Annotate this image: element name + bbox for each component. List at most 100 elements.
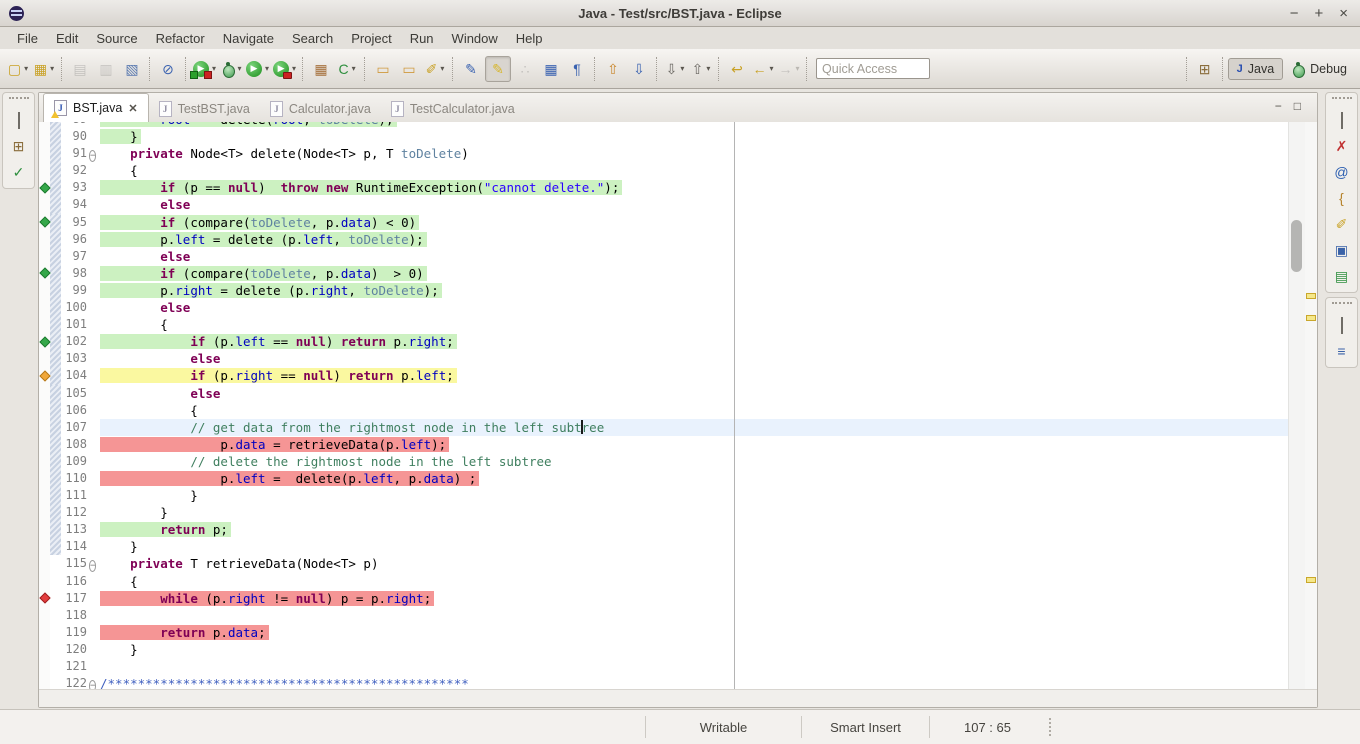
code-line-text[interactable]: if (p.right == null) return p.left;: [100, 367, 1289, 384]
outline-button[interactable]: ≡: [1337, 344, 1345, 359]
external-tools-button[interactable]: ▶▾: [272, 57, 297, 81]
restore-outline-button[interactable]: [1341, 319, 1343, 333]
new-java-project-wizard-button-menu-arrow[interactable]: ▾: [50, 64, 54, 73]
menu-navigate[interactable]: Navigate: [214, 29, 283, 48]
debug-button-menu-arrow[interactable]: ▾: [238, 64, 242, 73]
minimize-view-button[interactable]: −: [1275, 99, 1282, 113]
annotation-ruler-cell[interactable]: [39, 145, 50, 162]
debug-perspective-button[interactable]: Debug: [1283, 58, 1355, 80]
console-button[interactable]: ▣: [1335, 243, 1348, 258]
minimize-button[interactable]: −: [1290, 6, 1299, 21]
restore-right-stack-button[interactable]: [1341, 114, 1343, 128]
annotation-ruler-cell[interactable]: [39, 179, 50, 196]
open-type-button[interactable]: ▭: [371, 57, 395, 81]
trim-drag-handle[interactable]: [9, 97, 29, 102]
export-session-button[interactable]: ⇧: [601, 57, 625, 81]
branch-coverage-marker-orange[interactable]: [39, 370, 50, 381]
java-perspective-button[interactable]: JJava: [1228, 58, 1284, 80]
new-java-project-wizard-button[interactable]: ▦▾: [32, 57, 56, 81]
skip-all-breakpoints-button[interactable]: ⊘: [156, 57, 180, 81]
horizontal-scrollbar[interactable]: [39, 689, 1317, 707]
trim-drag-handle[interactable]: [1332, 97, 1352, 102]
new-button[interactable]: ▢▾: [6, 57, 30, 81]
code-line-text[interactable]: else: [100, 350, 1289, 367]
coverage-view-button[interactable]: ▤: [1335, 269, 1348, 284]
menu-window[interactable]: Window: [443, 29, 507, 48]
branch-coverage-marker-green[interactable]: [39, 182, 50, 193]
code-line-text[interactable]: // delete the rightmost node in the left…: [100, 453, 1289, 470]
new-java-class-button[interactable]: C▾: [335, 57, 359, 81]
annotation-ruler-cell[interactable]: [39, 624, 50, 641]
close-button[interactable]: ×: [1339, 6, 1348, 21]
code-line-text[interactable]: else: [100, 196, 1289, 213]
annotation-ruler-cell[interactable]: [39, 504, 50, 521]
code-line-text[interactable]: }: [100, 128, 1289, 145]
annotation-ruler-cell[interactable]: [39, 350, 50, 367]
coverage-button-menu-arrow[interactable]: ▾: [212, 64, 216, 73]
maximize-button[interactable]: +: [1314, 6, 1323, 21]
trim-drag-handle[interactable]: [1332, 302, 1352, 307]
overview-warning-mark[interactable]: [1306, 293, 1316, 299]
branch-coverage-marker-red[interactable]: [39, 593, 50, 604]
code-line-text[interactable]: private Node<T> delete(Node<T> p, T toDe…: [100, 145, 1289, 162]
junit-button[interactable]: ✓: [13, 165, 25, 180]
external-tools-button-menu-arrow[interactable]: ▾: [292, 64, 296, 73]
annotation-ruler-cell[interactable]: [39, 367, 50, 384]
annotation-ruler-cell[interactable]: [39, 641, 50, 658]
annotation-ruler-cell[interactable]: [39, 128, 50, 145]
code-line-text[interactable]: // get data from the rightmost node in t…: [100, 419, 1289, 436]
fold-collapse-icon[interactable]: −: [89, 150, 96, 162]
code-line-text[interactable]: if (compare(toDelete, p.data) < 0): [100, 214, 1289, 231]
code-line-text[interactable]: if (p == null) throw new RuntimeExceptio…: [100, 179, 1289, 196]
import-session-button[interactable]: ⇩: [627, 57, 651, 81]
quick-access-input[interactable]: [816, 58, 930, 79]
menu-help[interactable]: Help: [507, 29, 552, 48]
tab-bst-java[interactable]: JBST.java✕: [43, 93, 149, 122]
mark-occurrences-button[interactable]: ✎: [485, 56, 511, 82]
code-line-text[interactable]: if (p.left == null) return p.right;: [100, 333, 1289, 350]
show-whitespace-button[interactable]: ¶: [565, 57, 589, 81]
menu-file[interactable]: File: [8, 29, 47, 48]
fold-collapse-icon[interactable]: −: [89, 560, 96, 572]
code-line-text[interactable]: p.right = delete (p.right, toDelete);: [100, 282, 1289, 299]
code-line-text[interactable]: }: [100, 487, 1289, 504]
annotation-ruler-cell[interactable]: [39, 282, 50, 299]
annotation-ruler-cell[interactable]: [39, 231, 50, 248]
annotation-ruler-cell[interactable]: [39, 470, 50, 487]
open-perspective-button[interactable]: ⊞: [1193, 57, 1217, 81]
previous-annotation-button-menu-arrow[interactable]: ▾: [706, 64, 710, 73]
annotation-ruler-cell[interactable]: [39, 419, 50, 436]
code-line-text[interactable]: else: [100, 248, 1289, 265]
code-line-text[interactable]: while (p.right != null) p = p.right;: [100, 590, 1289, 607]
annotation-ruler-cell[interactable]: [39, 248, 50, 265]
search-button[interactable]: ✐▾: [423, 57, 447, 81]
annotation-ruler-cell[interactable]: [39, 453, 50, 470]
menu-source[interactable]: Source: [87, 29, 146, 48]
package-explorer-button[interactable]: ⊞: [13, 139, 25, 154]
maximize-view-button[interactable]: □: [1294, 99, 1301, 113]
status-drag-handle[interactable]: [1049, 718, 1051, 736]
overview-ruler[interactable]: [1305, 122, 1317, 691]
overview-warning-mark[interactable]: [1306, 577, 1316, 583]
back-button-menu-arrow[interactable]: ▾: [770, 64, 774, 73]
vertical-scrollbar[interactable]: [1288, 122, 1305, 691]
menu-run[interactable]: Run: [401, 29, 443, 48]
forward-button-menu-arrow[interactable]: ▾: [796, 64, 800, 73]
print-button[interactable]: ▧: [120, 57, 144, 81]
code-line-text[interactable]: p.left = delete(p.left, p.data) ;: [100, 470, 1289, 487]
menu-project[interactable]: Project: [342, 29, 400, 48]
block-selection-button[interactable]: ▦: [539, 57, 563, 81]
annotation-ruler-cell[interactable]: [39, 590, 50, 607]
error-log-button[interactable]: ✗: [1336, 139, 1348, 154]
tab-calculator-java[interactable]: JCalculator.java: [260, 96, 381, 122]
annotation-ruler-cell[interactable]: [39, 573, 50, 590]
menu-refactor[interactable]: Refactor: [147, 29, 214, 48]
code-line-text[interactable]: else: [100, 299, 1289, 316]
annotation-ruler-cell[interactable]: [39, 214, 50, 231]
search-button-menu-arrow[interactable]: ▾: [440, 64, 444, 73]
overview-warning-mark[interactable]: [1306, 315, 1316, 321]
code-line-text[interactable]: {: [100, 402, 1289, 419]
run-button-menu-arrow[interactable]: ▾: [265, 64, 269, 73]
scrollbar-thumb[interactable]: [1291, 220, 1302, 272]
code-area[interactable]: 89 root = delete(root, toDelete);90 }91−…: [39, 122, 1289, 691]
